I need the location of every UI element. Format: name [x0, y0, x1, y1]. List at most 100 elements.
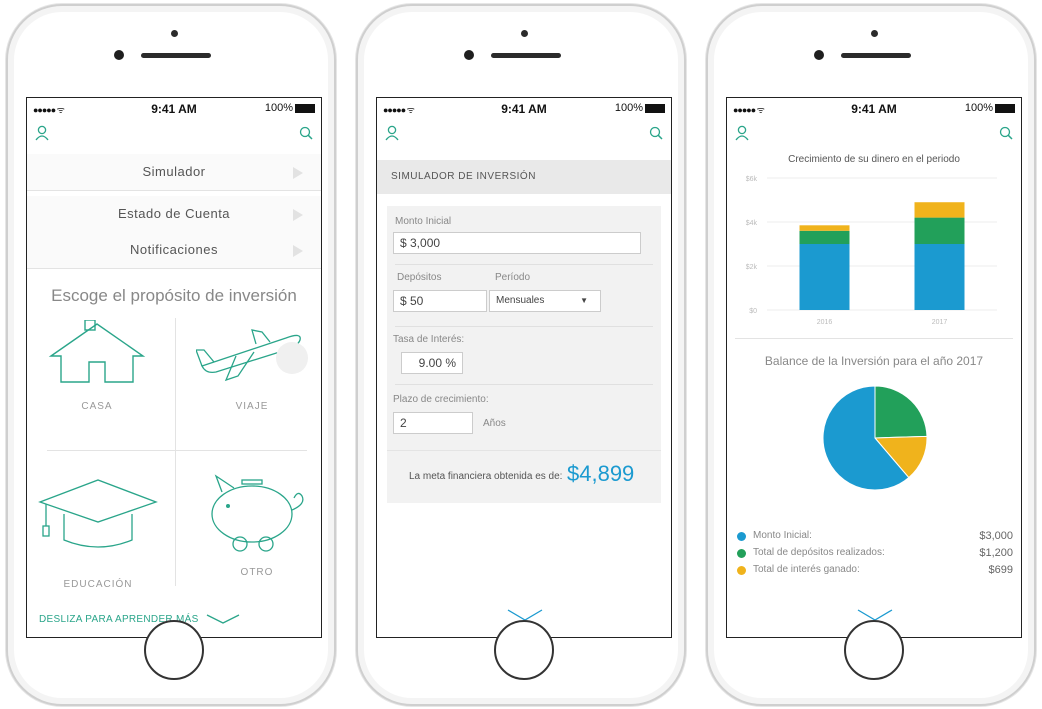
legend-swatch: [737, 549, 746, 558]
house-icon: [48, 319, 146, 383]
legend-swatch: [737, 532, 746, 541]
option-educacion[interactable]: EDUCACIÓN: [33, 476, 163, 590]
screen-menu: ●●●●● ᯤ 9:41 AM 100% Simulador Estado de…: [26, 97, 322, 638]
legend-label: Total de interés ganado:: [753, 564, 860, 575]
depositos-label: Depósitos: [397, 272, 442, 283]
legend-value: $1,200: [979, 547, 1013, 559]
battery-indicator: 100%: [965, 102, 1015, 114]
phone-1: ●●●●● ᯤ 9:41 AM 100% Simulador Estado de…: [6, 4, 336, 706]
y-tick-label: $2k: [746, 264, 758, 271]
y-tick-label: $4k: [746, 220, 758, 227]
legend-row: Total de interés ganado: $699: [737, 564, 1013, 578]
proximity-sensor: [871, 30, 878, 37]
pie-chart-title: Balance de la Inversión para el año 2017: [764, 354, 984, 368]
x-tick-label: 2017: [932, 319, 948, 326]
result-label: La meta financiera obtenida es de:: [409, 471, 563, 482]
chevron-down-icon: [206, 614, 239, 625]
section-divider: [735, 338, 1013, 339]
dropdown-arrow-icon: ▼: [580, 296, 588, 305]
section-header: SIMULADOR DE INVERSIÓN: [377, 160, 671, 194]
graduation-cap-icon: [38, 479, 158, 548]
home-button[interactable]: [844, 620, 904, 680]
menu-item-simulador[interactable]: Simulador: [27, 154, 321, 191]
grid-divider-horizontal: [47, 450, 307, 451]
purpose-title: Escoge el propósito de inversión: [51, 286, 297, 305]
play-arrow-icon: [293, 209, 303, 221]
battery-icon: [995, 103, 1015, 113]
form-divider: [395, 264, 653, 265]
bar-segment: [799, 225, 850, 231]
simulator-form: Monto Inicial $ 3,000 Depósitos Período …: [387, 206, 661, 452]
option-otro[interactable]: OTRO: [197, 470, 317, 586]
periodo-select[interactable]: Mensuales ▼: [489, 290, 601, 312]
battery-percent: 100%: [964, 102, 993, 114]
search-icon[interactable]: [649, 125, 663, 141]
user-icon[interactable]: [385, 125, 399, 141]
monto-label: Monto Inicial: [395, 216, 452, 227]
status-bar: ●●●●● ᯤ 9:41 AM 100%: [727, 98, 1021, 120]
battery-percent: 100%: [264, 102, 293, 114]
pie-chart: [822, 385, 928, 491]
user-icon[interactable]: [35, 125, 49, 141]
plazo-unit: Años: [483, 418, 506, 429]
menu-item-label: Simulador: [142, 164, 206, 179]
plazo-input[interactable]: 2: [393, 412, 473, 434]
home-button[interactable]: [494, 620, 554, 680]
menu-item-label: Estado de Cuenta: [117, 206, 231, 221]
legend-label: Monto Inicial:: [753, 530, 812, 541]
piggy-bank-icon: [211, 474, 304, 552]
phone-3: ●●●●● ᯤ 9:41 AM 100% Crecimiento de su d…: [706, 4, 1036, 706]
option-viaje[interactable]: VIAJE: [187, 320, 317, 430]
earpiece-speaker: [141, 53, 211, 58]
periodo-value: Mensuales: [496, 295, 545, 306]
option-label: CASA: [81, 401, 113, 412]
proximity-sensor: [521, 30, 528, 37]
option-label: VIAJE: [235, 401, 269, 412]
play-arrow-icon: [293, 167, 303, 179]
battery-icon: [645, 103, 665, 113]
legend-value: $3,000: [979, 530, 1013, 542]
swipe-hint[interactable]: DESLIZA PARA APRENDER MÁS: [39, 614, 240, 625]
menu-item-estado-de-cuenta[interactable]: Estado de Cuenta: [27, 196, 321, 233]
tasa-input[interactable]: 9.00 %: [401, 352, 463, 374]
front-camera: [814, 50, 824, 60]
legend-row: Monto Inicial: $3,000: [737, 530, 1013, 544]
legend-label: Total de depósitos realizados:: [753, 547, 885, 558]
battery-indicator: 100%: [615, 102, 665, 114]
bar-segment: [914, 217, 965, 244]
home-button[interactable]: [144, 620, 204, 680]
result-value: $4,899: [567, 461, 635, 486]
search-icon[interactable]: [299, 125, 313, 141]
menu-item-label: Notificaciones: [130, 242, 218, 257]
battery-icon: [295, 103, 315, 113]
monto-input[interactable]: $ 3,000: [393, 232, 641, 254]
status-bar: ●●●●● ᯤ 9:41 AM 100%: [27, 98, 321, 120]
option-casa[interactable]: CASA: [37, 319, 157, 430]
bar-segment: [914, 244, 965, 310]
nav-bar: [377, 120, 671, 148]
airplane-icon: [195, 329, 308, 382]
pie-slice: [874, 385, 928, 439]
tasa-label: Tasa de Interés:: [393, 334, 465, 345]
status-bar: ●●●●● ᯤ 9:41 AM 100%: [377, 98, 671, 120]
menu-item-notificaciones[interactable]: Notificaciones: [27, 232, 321, 269]
user-icon[interactable]: [735, 125, 749, 141]
screen-results: ●●●●● ᯤ 9:41 AM 100% Crecimiento de su d…: [726, 97, 1022, 638]
search-icon[interactable]: [999, 125, 1013, 141]
depositos-input[interactable]: $ 50: [393, 290, 487, 312]
front-camera: [464, 50, 474, 60]
x-tick-label: 2016: [817, 319, 833, 326]
plazo-label: Plazo de crecimiento:: [393, 394, 489, 405]
bar-chart-title: Crecimiento de su dinero en el periodo: [788, 154, 960, 165]
option-label: OTRO: [240, 567, 274, 578]
battery-percent: 100%: [614, 102, 643, 114]
screen-simulator: ●●●●● ᯤ 9:41 AM 100% SIMULADOR DE INVERS…: [376, 97, 672, 638]
bar-segment: [799, 244, 850, 310]
nav-bar: [727, 120, 1021, 148]
result-panel: La meta financiera obtenida es de: $4,89…: [387, 450, 661, 503]
earpiece-speaker: [841, 53, 911, 58]
grid-divider-vertical: [175, 318, 176, 586]
legend-swatch: [737, 566, 746, 575]
earpiece-speaker: [491, 53, 561, 58]
nav-bar: [27, 120, 321, 148]
